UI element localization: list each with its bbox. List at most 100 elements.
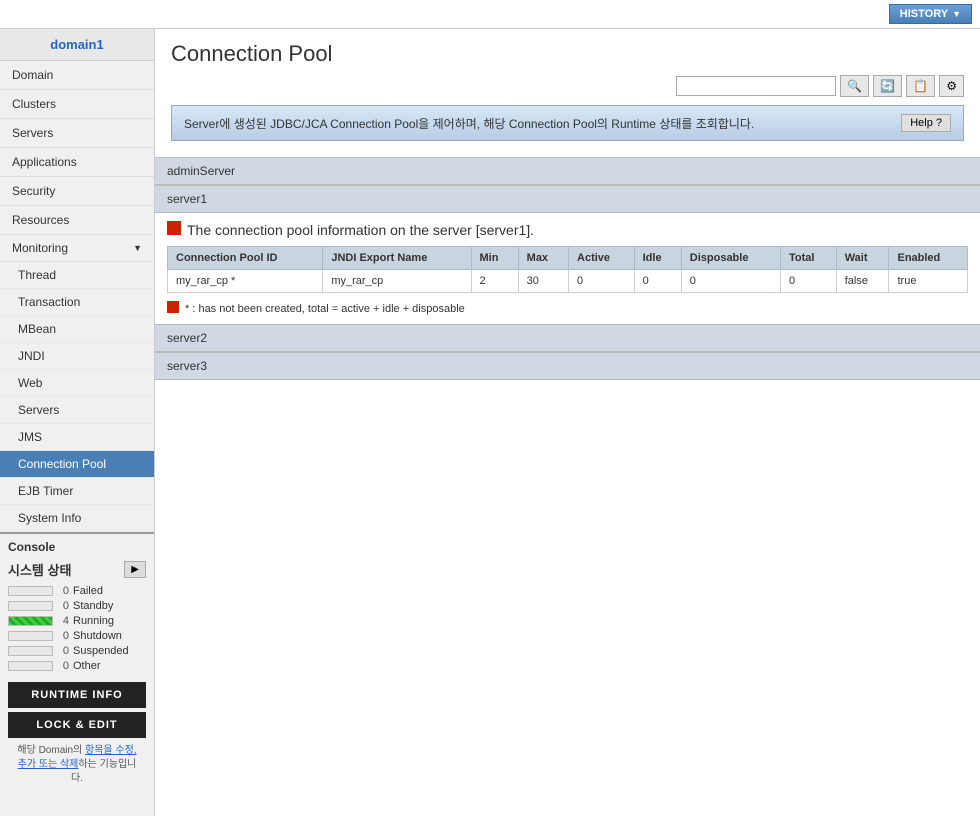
status-row-shutdown: 0 Shutdown: [8, 630, 146, 642]
page-title: Connection Pool: [171, 41, 964, 67]
sidebar-item-ejb-timer[interactable]: EJB Timer: [0, 478, 154, 505]
description-bar: Server에 생성된 JDBC/JCA Connection Pool을 제어…: [171, 105, 964, 141]
console-section: Console 시스템 상태 ▶ 0 Failed 0 Standby 4: [0, 532, 154, 792]
status-label-failed: Failed: [73, 585, 103, 597]
help-button[interactable]: Help ?: [901, 114, 951, 132]
status-count-shutdown: 0: [57, 630, 69, 642]
status-bar-fill-running: [9, 617, 52, 625]
col-header-wait: Wait: [836, 247, 889, 270]
sidebar-item-thread[interactable]: Thread: [0, 262, 154, 289]
cell-idle: 0: [634, 270, 681, 293]
col-header-pool-id: Connection Pool ID: [168, 247, 323, 270]
sidebar-item-clusters[interactable]: Clusters: [0, 90, 154, 119]
status-bar-failed: [8, 586, 53, 596]
cell-total: 0: [781, 270, 837, 293]
system-state-button[interactable]: ▶: [124, 561, 146, 578]
sidebar-item-jndi[interactable]: JNDI: [0, 343, 154, 370]
sidebar-domain-name[interactable]: domain1: [0, 29, 154, 61]
runtime-info-button[interactable]: RUNTIME INFO: [8, 682, 146, 708]
content-area: Connection Pool 🔍 🔄 📋 ⚙ Server에 생성된 JDBC…: [155, 29, 980, 816]
server-row-server2[interactable]: server2: [155, 324, 980, 352]
sidebar-item-system-info[interactable]: System Info: [0, 505, 154, 532]
status-count-other: 0: [57, 660, 69, 672]
footer-link[interactable]: 항목을 수정, 추가 또는 삭제: [18, 745, 137, 770]
status-row-other: 0 Other: [8, 660, 146, 672]
status-count-running: 4: [57, 615, 69, 627]
col-header-disposable: Disposable: [681, 247, 780, 270]
cell-active: 0: [569, 270, 635, 293]
sidebar-item-domain[interactable]: Domain: [0, 61, 154, 90]
status-label-shutdown: Shutdown: [73, 630, 122, 642]
server-row-admin[interactable]: adminServer: [155, 157, 980, 185]
cell-jndi: my_rar_cp: [323, 270, 471, 293]
console-title: Console: [8, 540, 146, 554]
sidebar-item-web[interactable]: Web: [0, 370, 154, 397]
note-row: * : has not been created, total = active…: [167, 301, 968, 316]
cell-wait: false: [836, 270, 889, 293]
search-input[interactable]: [676, 76, 836, 96]
sidebar-item-servers[interactable]: Servers: [0, 119, 154, 148]
sidebar-item-jms[interactable]: JMS: [0, 424, 154, 451]
content-header: Connection Pool 🔍 🔄 📋 ⚙ Server에 생성된 JDBC…: [155, 29, 980, 157]
sidebar-item-connection-pool[interactable]: Connection Pool: [0, 451, 154, 478]
status-label-standby: Standby: [73, 600, 113, 612]
status-bar-other: [8, 661, 53, 671]
note-text: * : has not been created, total = active…: [185, 303, 465, 315]
settings-button[interactable]: ⚙: [939, 75, 964, 97]
sidebar-monitoring-label: Monitoring: [12, 241, 68, 255]
note-icon: [167, 301, 179, 316]
col-header-idle: Idle: [634, 247, 681, 270]
system-state-header: 시스템 상태 ▶: [8, 560, 146, 579]
status-count-standby: 0: [57, 600, 69, 612]
sidebar-item-servers-mon[interactable]: Servers: [0, 397, 154, 424]
sidebar: domain1 Domain Clusters Servers Applicat…: [0, 29, 155, 816]
sidebar-item-applications[interactable]: Applications: [0, 148, 154, 177]
col-header-max: Max: [518, 247, 568, 270]
system-state-title: 시스템 상태: [8, 560, 71, 579]
search-button[interactable]: 🔍: [840, 75, 869, 97]
section-title: The connection pool information on the s…: [167, 221, 968, 238]
status-label-suspended: Suspended: [73, 645, 129, 657]
col-header-jndi: JNDI Export Name: [323, 247, 471, 270]
footer-description: 해당 Domain의 항목을 수정, 추가 또는 삭제하는 기능입니다.: [8, 744, 146, 786]
server-row-server3[interactable]: server3: [155, 352, 980, 380]
status-bar-running: [8, 616, 53, 626]
table-row: my_rar_cp * my_rar_cp 2 30 0 0 0 0 false…: [168, 270, 968, 293]
sidebar-item-security[interactable]: Security: [0, 177, 154, 206]
export-button[interactable]: 📋: [906, 75, 935, 97]
cell-pool-id[interactable]: my_rar_cp *: [168, 270, 323, 293]
status-bar-shutdown: [8, 631, 53, 641]
monitoring-expand-icon: ▼: [133, 243, 142, 253]
col-header-min: Min: [471, 247, 518, 270]
sidebar-item-transaction[interactable]: Transaction: [0, 289, 154, 316]
cell-enabled: true: [889, 270, 968, 293]
sidebar-item-mbean[interactable]: MBean: [0, 316, 154, 343]
status-label-running: Running: [73, 615, 114, 627]
col-header-total: Total: [781, 247, 837, 270]
status-row-standby: 0 Standby: [8, 600, 146, 612]
description-text: Server에 생성된 JDBC/JCA Connection Pool을 제어…: [184, 115, 754, 132]
conn-pool-section: The connection pool information on the s…: [155, 213, 980, 324]
connection-pool-table: Connection Pool ID JNDI Export Name Min …: [167, 246, 968, 293]
history-button[interactable]: HISTORY: [889, 4, 972, 24]
status-row-failed: 0 Failed: [8, 585, 146, 597]
status-row-running: 4 Running: [8, 615, 146, 627]
col-header-enabled: Enabled: [889, 247, 968, 270]
server-row-server1[interactable]: server1: [155, 185, 980, 213]
refresh-button[interactable]: 🔄: [873, 75, 902, 97]
lock-edit-button[interactable]: LOCK & EDIT: [8, 712, 146, 738]
cell-min: 2: [471, 270, 518, 293]
status-bar-standby: [8, 601, 53, 611]
status-count-suspended: 0: [57, 645, 69, 657]
status-row-suspended: 0 Suspended: [8, 645, 146, 657]
col-header-active: Active: [569, 247, 635, 270]
section-title-icon: [167, 221, 181, 238]
toolbar: 🔍 🔄 📋 ⚙: [171, 75, 964, 97]
sidebar-item-resources[interactable]: Resources: [0, 206, 154, 235]
cell-max: 30: [518, 270, 568, 293]
status-bar-suspended: [8, 646, 53, 656]
sidebar-monitoring-header[interactable]: Monitoring ▼: [0, 235, 154, 262]
cell-disposable: 0: [681, 270, 780, 293]
status-label-other: Other: [73, 660, 101, 672]
status-count-failed: 0: [57, 585, 69, 597]
